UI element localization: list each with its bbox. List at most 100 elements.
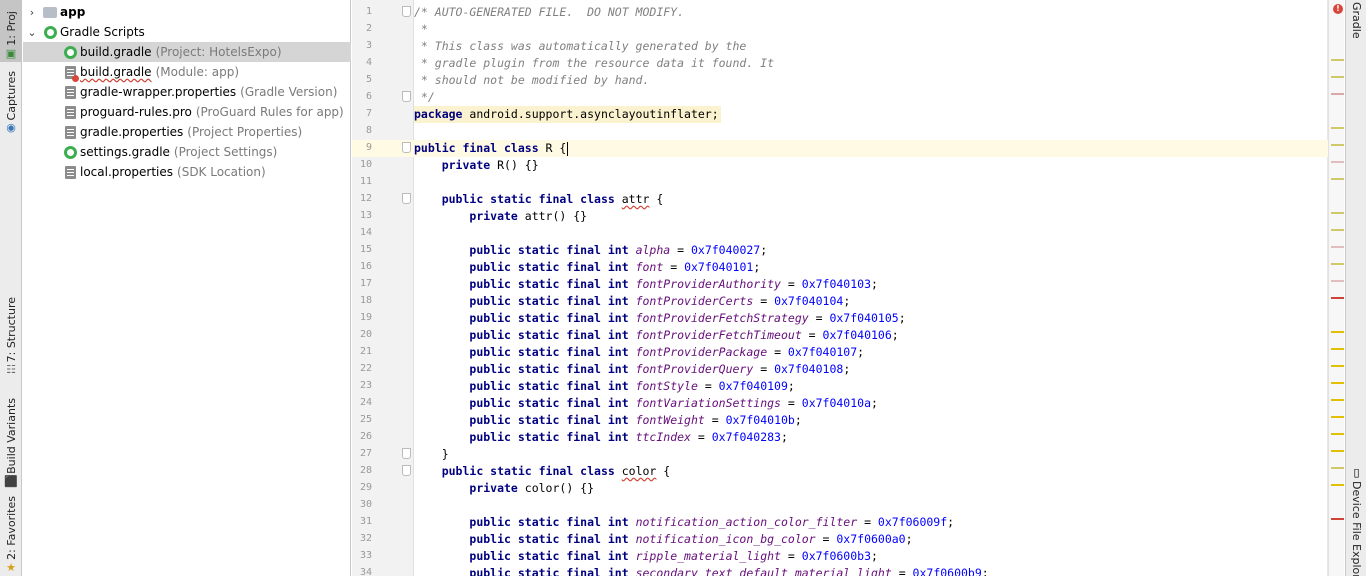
error-badge-icon[interactable]: !: [1333, 4, 1343, 14]
error-stripe-mark[interactable]: [1331, 76, 1344, 78]
error-stripe-mark[interactable]: [1331, 297, 1344, 299]
fold-marker-icon[interactable]: [402, 6, 411, 17]
chevron-down-icon[interactable]: ⌄: [25, 26, 39, 39]
error-stripe-mark[interactable]: [1331, 518, 1344, 520]
code-line[interactable]: 14: [352, 225, 1328, 242]
code-line[interactable]: 13 private attr() {}: [352, 208, 1328, 225]
line-number: 29: [359, 482, 372, 493]
error-stripe-mark[interactable]: [1331, 127, 1344, 129]
code-token-cm: *: [414, 22, 428, 36]
code-line[interactable]: 8: [352, 123, 1328, 140]
code-line[interactable]: 27 }: [352, 446, 1328, 463]
error-stripe-mark[interactable]: [1331, 144, 1344, 146]
error-stripe-mark[interactable]: [1331, 348, 1344, 350]
code-line[interactable]: 23 public static final int fontStyle = 0…: [352, 378, 1328, 395]
left-tab-1-proj[interactable]: 1: Proj ▣: [0, 0, 22, 62]
code-line[interactable]: 29 private color() {}: [352, 480, 1328, 497]
code-line[interactable]: 4 * gradle plugin from the resource data…: [352, 55, 1328, 72]
code-token-p: ;: [787, 379, 795, 393]
error-stripe-mark[interactable]: [1331, 161, 1344, 163]
code-line[interactable]: 11: [352, 174, 1328, 191]
code-editor[interactable]: 1 /* AUTO-GENERATED FILE. DO NOT MODIFY. 2…: [352, 0, 1328, 576]
code-token-num: 0x7f040107: [787, 345, 858, 359]
error-stripe[interactable]: !: [1328, 0, 1344, 576]
code-line[interactable]: 5 * should not be modified by hand.: [352, 72, 1328, 89]
code-token-fld: fontVariationSettings: [635, 396, 781, 410]
left-tab-2-favorites[interactable]: 2: Favorites ★: [0, 496, 22, 576]
left-tab-7-structure[interactable]: 7: Structure ☷: [0, 297, 22, 378]
code-line[interactable]: 12 public static final class attr {: [352, 191, 1328, 208]
fold-marker-icon[interactable]: [402, 142, 411, 153]
code-line[interactable]: 33 public static final int ripple_materi…: [352, 548, 1328, 565]
code-token-cm: * should not be modified by hand.: [414, 73, 650, 87]
code-line[interactable]: 19 public static final int fontProviderF…: [352, 310, 1328, 327]
fold-marker-icon[interactable]: [402, 91, 411, 102]
error-stripe-mark[interactable]: [1331, 280, 1344, 282]
error-stripe-mark[interactable]: [1331, 484, 1344, 486]
code-token-kw: public final class: [414, 141, 539, 155]
code-line[interactable]: 30: [352, 497, 1328, 514]
fold-marker-icon[interactable]: [402, 193, 411, 204]
code-line[interactable]: 17 public static final int fontProviderA…: [352, 276, 1328, 293]
left-tab-label: Build Variants: [4, 398, 18, 474]
tree-item[interactable]: local.properties (SDK Location): [23, 162, 351, 182]
code-token-kw: public static final int: [469, 430, 629, 444]
error-stripe-mark[interactable]: [1331, 212, 1344, 214]
tree-item[interactable]: build.gradle (Project: HotelsExpo): [23, 42, 351, 62]
code-line[interactable]: 2 *: [352, 21, 1328, 38]
code-line[interactable]: 3 * This class was automatically generat…: [352, 38, 1328, 55]
error-stripe-mark[interactable]: [1331, 467, 1344, 469]
code-line[interactable]: 1 /* AUTO-GENERATED FILE. DO NOT MODIFY.: [352, 4, 1328, 21]
tree-item[interactable]: gradle.properties (Project Properties): [23, 122, 351, 142]
error-stripe-mark[interactable]: [1331, 178, 1344, 180]
error-stripe-mark[interactable]: [1331, 365, 1344, 367]
device-icon: ▯: [1353, 466, 1360, 479]
gradle-icon: [43, 25, 57, 39]
project-icon: ▣: [5, 47, 17, 60]
left-tab-captures[interactable]: Captures ◉: [0, 66, 22, 136]
code-token-p: [629, 260, 636, 274]
tree-item[interactable]: gradle-wrapper.properties (Gradle Version…: [23, 82, 351, 102]
fold-marker-icon[interactable]: [402, 465, 411, 476]
code-text: private attr() {}: [414, 208, 587, 225]
code-line[interactable]: 22 public static final int fontProviderQ…: [352, 361, 1328, 378]
code-line[interactable]: 10 private R() {}: [352, 157, 1328, 174]
code-line[interactable]: 26 public static final int ttcIndex = 0x…: [352, 429, 1328, 446]
code-line[interactable]: 7 package android.support.asynclayoutinfl…: [352, 106, 1328, 123]
right-tab-gradle[interactable]: Gradle: [1346, 2, 1366, 46]
code-lines[interactable]: 1 /* AUTO-GENERATED FILE. DO NOT MODIFY. 2…: [352, 4, 1328, 576]
error-stripe-mark[interactable]: [1331, 433, 1344, 435]
code-line[interactable]: 32 public static final int notification_…: [352, 531, 1328, 548]
code-line[interactable]: 16 public static final int font = 0x7f04…: [352, 259, 1328, 276]
tree-item[interactable]: proguard-rules.pro (ProGuard Rules for ap…: [23, 102, 351, 122]
error-stripe-mark[interactable]: [1331, 416, 1344, 418]
code-line[interactable]: 9 public final class R {: [352, 140, 1328, 157]
code-line[interactable]: 34 public static final int secondary_tex…: [352, 565, 1328, 576]
code-line[interactable]: 28 public static final class color {: [352, 463, 1328, 480]
right-tab-device-file-explore[interactable]: ▯ Device File Explore: [1346, 466, 1366, 576]
left-tab-build-variants[interactable]: Build Variants ⬛: [0, 398, 22, 490]
code-line[interactable]: 20 public static final int fontProviderF…: [352, 327, 1328, 344]
code-line[interactable]: 18 public static final int fontProviderC…: [352, 293, 1328, 310]
code-line[interactable]: 15 public static final int alpha = 0x7f0…: [352, 242, 1328, 259]
tree-item[interactable]: › app: [23, 2, 351, 22]
error-stripe-mark[interactable]: [1331, 263, 1344, 265]
error-stripe-mark[interactable]: [1331, 246, 1344, 248]
code-line[interactable]: 24 public static final int fontVariation…: [352, 395, 1328, 412]
tree-item[interactable]: build.gradle (Module: app): [23, 62, 351, 82]
code-line[interactable]: 6 */: [352, 89, 1328, 106]
error-stripe-mark[interactable]: [1331, 229, 1344, 231]
code-line[interactable]: 31 public static final int notification_…: [352, 514, 1328, 531]
error-stripe-mark[interactable]: [1331, 59, 1344, 61]
tree-item[interactable]: ⌄ Gradle Scripts: [23, 22, 351, 42]
fold-marker-icon[interactable]: [402, 448, 411, 459]
code-line[interactable]: 25 public static final int fontWeight = …: [352, 412, 1328, 429]
error-stripe-mark[interactable]: [1331, 399, 1344, 401]
tree-item[interactable]: settings.gradle (Project Settings): [23, 142, 351, 162]
error-stripe-mark[interactable]: [1331, 93, 1344, 95]
error-stripe-mark[interactable]: [1331, 450, 1344, 452]
chevron-right-icon[interactable]: ›: [25, 6, 39, 19]
error-stripe-mark[interactable]: [1331, 382, 1344, 384]
error-stripe-mark[interactable]: [1331, 331, 1344, 333]
code-line[interactable]: 21 public static final int fontProviderP…: [352, 344, 1328, 361]
